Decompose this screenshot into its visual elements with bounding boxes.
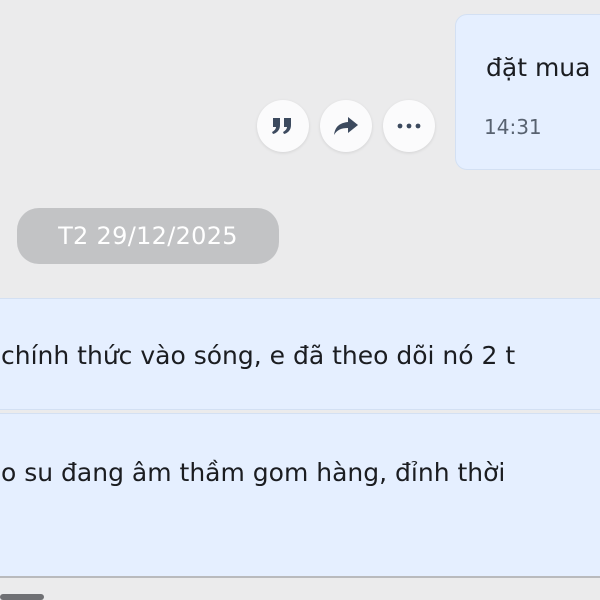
- date-divider-label: T2 29/12/2025: [58, 222, 238, 250]
- date-divider: T2 29/12/2025: [17, 208, 279, 264]
- received-message-bubble[interactable]: chính thức vào sóng, e đã theo dõi nó 2 …: [0, 298, 600, 410]
- received-message-text: chính thức vào sóng, e đã theo dõi nó 2 …: [1, 341, 516, 370]
- horizontal-scrollbar-thumb[interactable]: [0, 594, 44, 600]
- received-message-bubble[interactable]: o su đang âm thầm gom hàng, đỉnh thời: [0, 413, 600, 577]
- quote-button[interactable]: [257, 100, 309, 152]
- forward-button[interactable]: [320, 100, 372, 152]
- more-options-button[interactable]: [383, 100, 435, 152]
- more-dots-icon: [397, 123, 421, 129]
- share-arrow-icon: [334, 117, 358, 135]
- received-message-text: o su đang âm thầm gom hàng, đỉnh thời: [1, 458, 506, 487]
- sent-message-bubble[interactable]: đặt mua 14:31: [455, 14, 600, 170]
- quote-icon: [272, 118, 291, 134]
- divider-line: [0, 576, 600, 578]
- sent-message-text: đặt mua: [486, 53, 591, 82]
- chat-message-area[interactable]: đặt mua 14:31 T2 29/12/2025 chính thức v…: [0, 0, 600, 600]
- message-timestamp: 14:31: [484, 115, 542, 139]
